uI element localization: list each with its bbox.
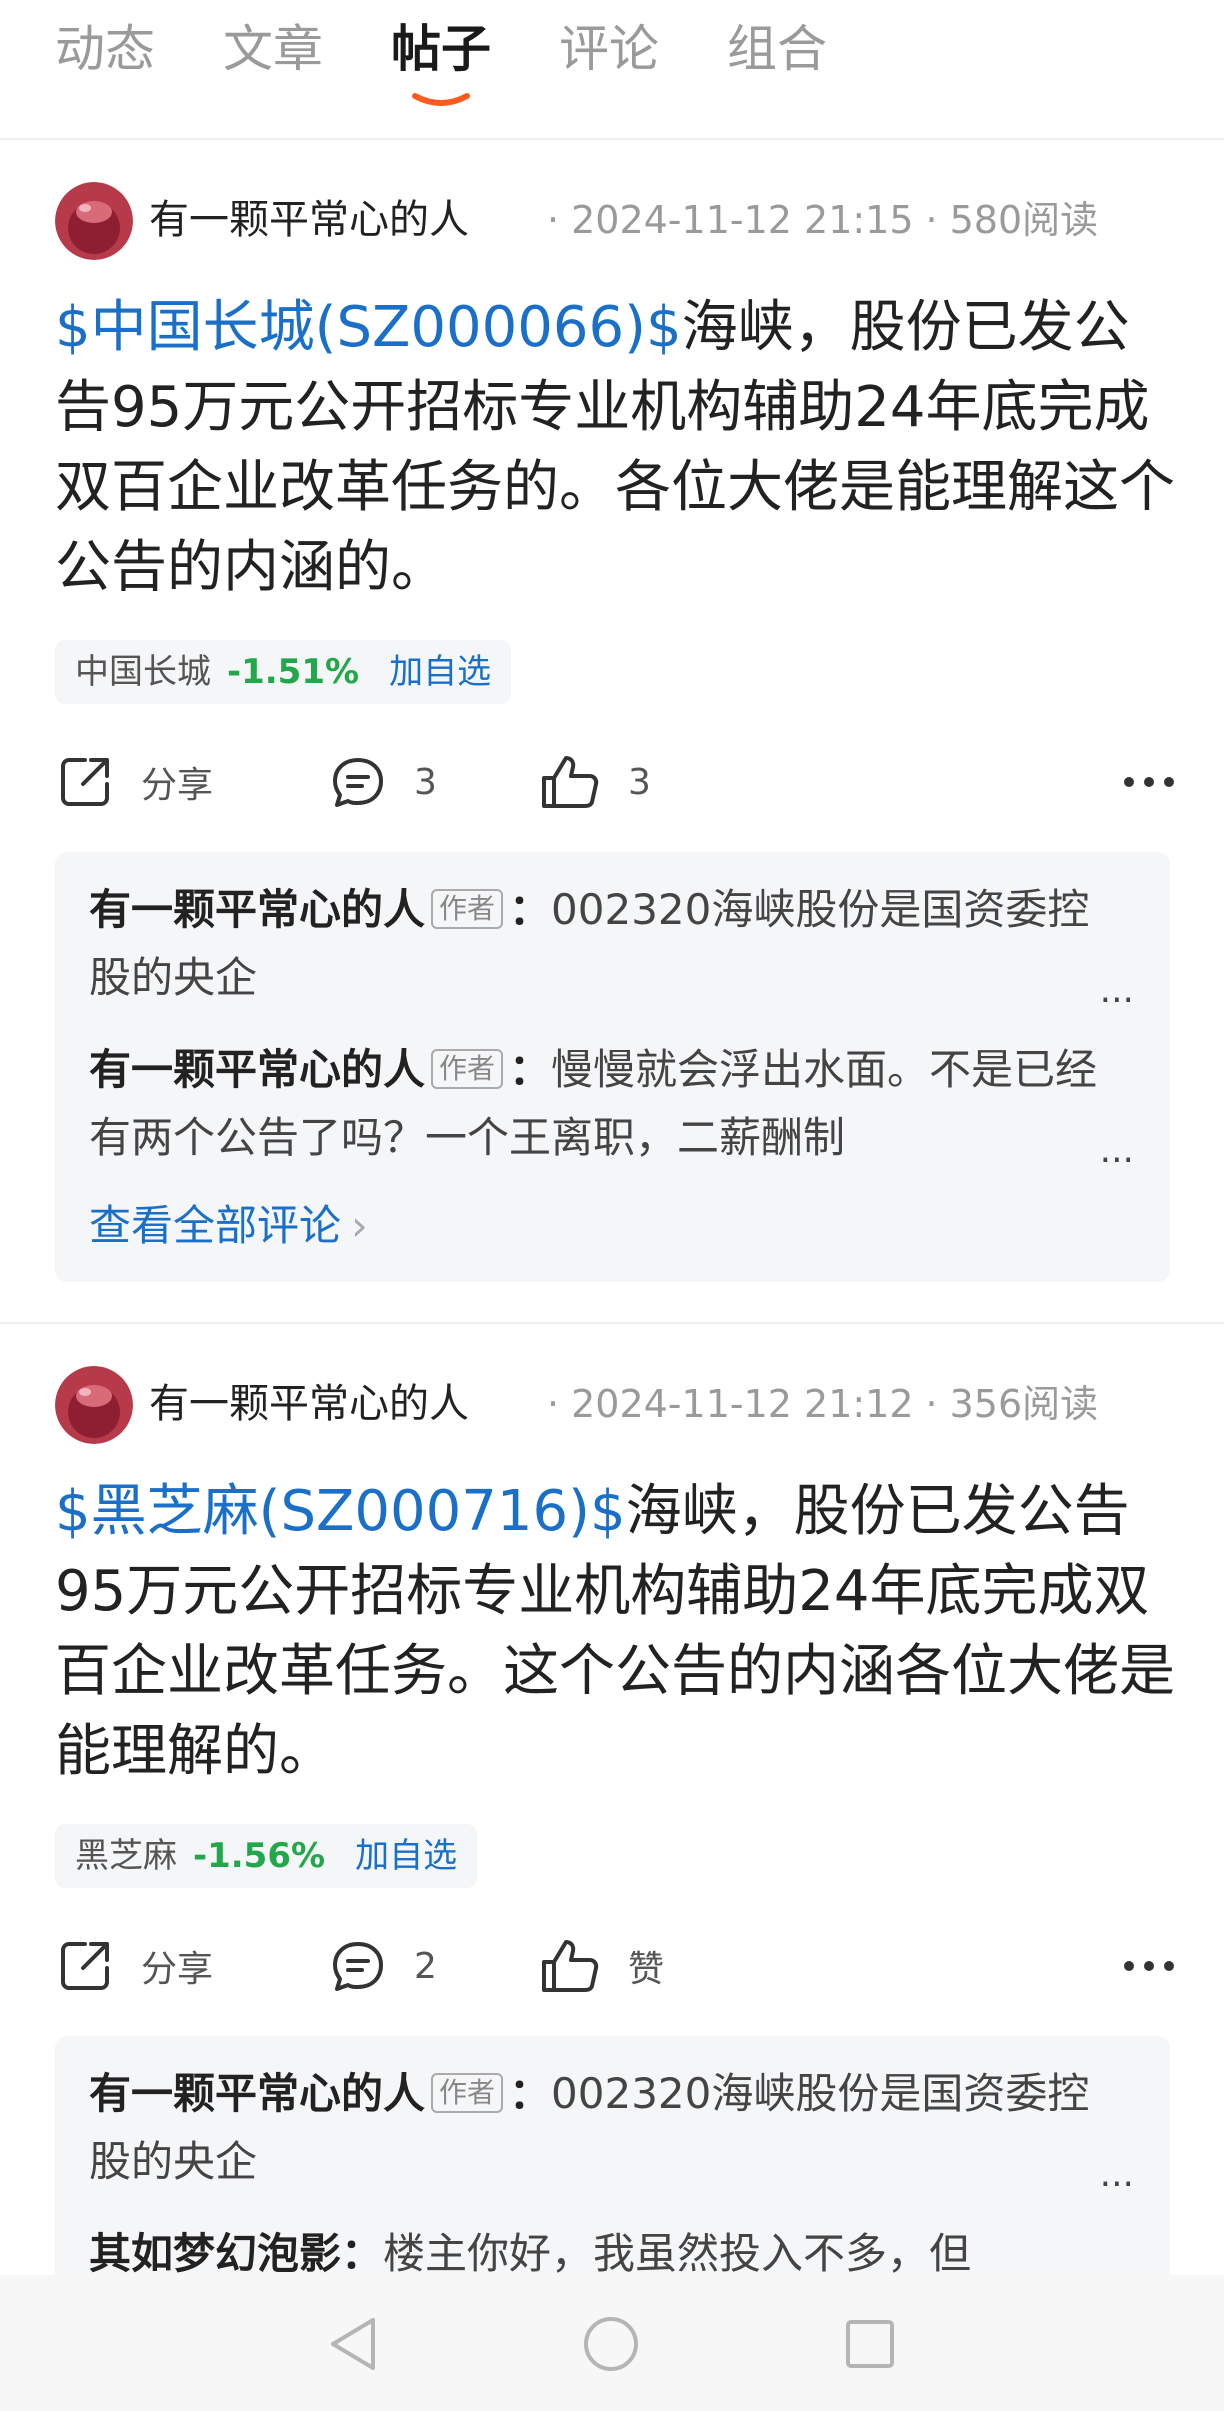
post-date: 2024-11-12 21:12 [571,1382,914,1426]
avatar[interactable] [55,1366,133,1444]
post-meta: · 2024-11-12 21:12 · 356阅读 [547,1382,1099,1426]
tab-articles[interactable]: 文章 [223,14,323,84]
comment-icon [333,1942,383,1991]
view-all-label: 查看全部评论 [89,1201,342,1250]
tab-activity[interactable]: 动态 [55,14,155,84]
system-nav-bar [0,2275,1224,2411]
stock-quote-chip[interactable]: 黑芝麻 -1.56% 加自选 [55,1824,478,1888]
read-count: 356阅读 [949,1382,1099,1426]
home-circle-icon[interactable] [576,2309,646,2379]
avatar[interactable] [55,182,133,260]
quote-stock-name: 中国长城 [75,652,211,692]
comment-button[interactable]: 3 [328,742,437,822]
post-body[interactable]: $黑芝麻(SZ000716)$海峡，股份已发公告95万元公开招标专业机构辅助24… [55,1472,1175,1792]
comment-item[interactable]: 有一颗平常心的人 作者 ：002320海峡股份是国资委控股的央企 [89,876,1129,1012]
like-button[interactable]: 3 [538,742,651,822]
add-watchlist-button[interactable]: 加自选 [389,652,491,692]
comment-ellipsis: ... [1099,970,1134,1011]
comment-ellipsis: ... [1099,1130,1134,1171]
comment-item[interactable]: 有一颗平常心的人 作者 ：慢慢就会浮出水面。不是已经有两个公告了吗？一个王离职，二薪… [89,1036,1129,1172]
stock-quote-chip[interactable]: 中国长城 -1.51% 加自选 [55,640,512,704]
thumbs-up-icon [542,756,599,808]
share-button[interactable]: 分享 [55,742,213,822]
back-triangle-icon[interactable] [318,2309,388,2379]
commenter-name[interactable]: 其如梦幻泡影 [89,2229,341,2278]
stock-tag-link[interactable]: $黑芝麻(SZ000716)$ [55,1479,626,1544]
post-actions: 分享 3 3 [55,742,1175,822]
author-badge: 作者 [431,1049,504,1089]
post-text-rest: 95万元公开招标专业机构辅助24年底完成双百企业改革任务的。各位大佬是能理解这个… [55,375,1175,600]
like-button[interactable]: 赞 [538,1926,664,2006]
share-button[interactable]: 分享 [55,1926,213,2006]
quote-change: -1.51% [227,652,360,692]
share-icon [61,758,109,806]
more-options-icon[interactable] [1123,742,1175,822]
author-name[interactable]: 有一颗平常心的人 [149,192,469,248]
post-divider [0,1322,1224,1324]
commenter-name[interactable]: 有一颗平常心的人 [89,885,425,934]
author-name[interactable]: 有一颗平常心的人 [149,1376,469,1432]
commenter-name[interactable]: 有一颗平常心的人 [89,1045,425,1094]
tab-bar: 动态 文章 帖子 评论 组合 [0,0,1224,140]
comment-preview-box: 有一颗平常心的人 作者 ：002320海峡股份是国资委控股的央企 ... 有一颗平常… [55,852,1170,1282]
share-icon [61,1942,109,1990]
comment-ellipsis: ... [1099,2154,1134,2195]
read-count: 580阅读 [949,198,1099,242]
quote-change: -1.56% [193,1836,326,1876]
active-tab-indicator [412,93,470,106]
chevron-right-icon: › [351,1201,368,1250]
tab-posts[interactable]: 帖子 [391,14,491,84]
tab-portfolio[interactable]: 组合 [727,14,827,84]
comment-icon [333,758,383,807]
comment-count: 3 [414,761,437,803]
tab-comments[interactable]: 评论 [559,14,659,84]
post-date: 2024-11-12 21:15 [571,198,914,242]
like-count: 3 [628,761,651,803]
comment-text: 楼主你好，我虽然投入不多，但 [383,2229,972,2278]
share-label: 分享 [141,1949,214,1990]
comment-count: 2 [414,1945,437,1987]
author-badge: 作者 [431,889,504,929]
comment-button[interactable]: 2 [328,1926,437,2006]
post-actions: 分享 2 赞 [55,1926,1175,2006]
thumbs-up-icon [542,1940,599,1992]
more-options-icon[interactable] [1123,1926,1175,2006]
post-body[interactable]: $中国长城(SZ000066)$海峡，股份已发公告95万元公开招标专业机构辅助2… [55,288,1175,608]
recents-square-icon[interactable] [835,2309,905,2379]
like-label: 赞 [628,1949,665,1990]
share-label: 分享 [141,765,214,806]
commenter-name[interactable]: 有一颗平常心的人 [89,2069,425,2118]
post-text-rest: 5万元公开招标专业机构辅助24年底完成双百企业改革任务。这个公告的内涵各位大佬是… [55,1559,1175,1784]
stock-tag-link[interactable]: $中国长城(SZ000066)$ [55,295,682,360]
quote-stock-name: 黑芝麻 [75,1836,177,1876]
view-all-comments-link[interactable]: 查看全部评论 › [89,1196,368,1256]
comment-item[interactable]: 有一颗平常心的人 作者 ：002320海峡股份是国资委控股的央企 [89,2060,1129,2196]
page: 动态 文章 帖子 评论 组合 有一颗平常心的人 · 2024-11-12 21:1… [0,0,1224,2411]
add-watchlist-button[interactable]: 加自选 [355,1836,457,1876]
author-badge: 作者 [431,2073,504,2113]
post-meta: · 2024-11-12 21:15 · 580阅读 [547,198,1099,242]
